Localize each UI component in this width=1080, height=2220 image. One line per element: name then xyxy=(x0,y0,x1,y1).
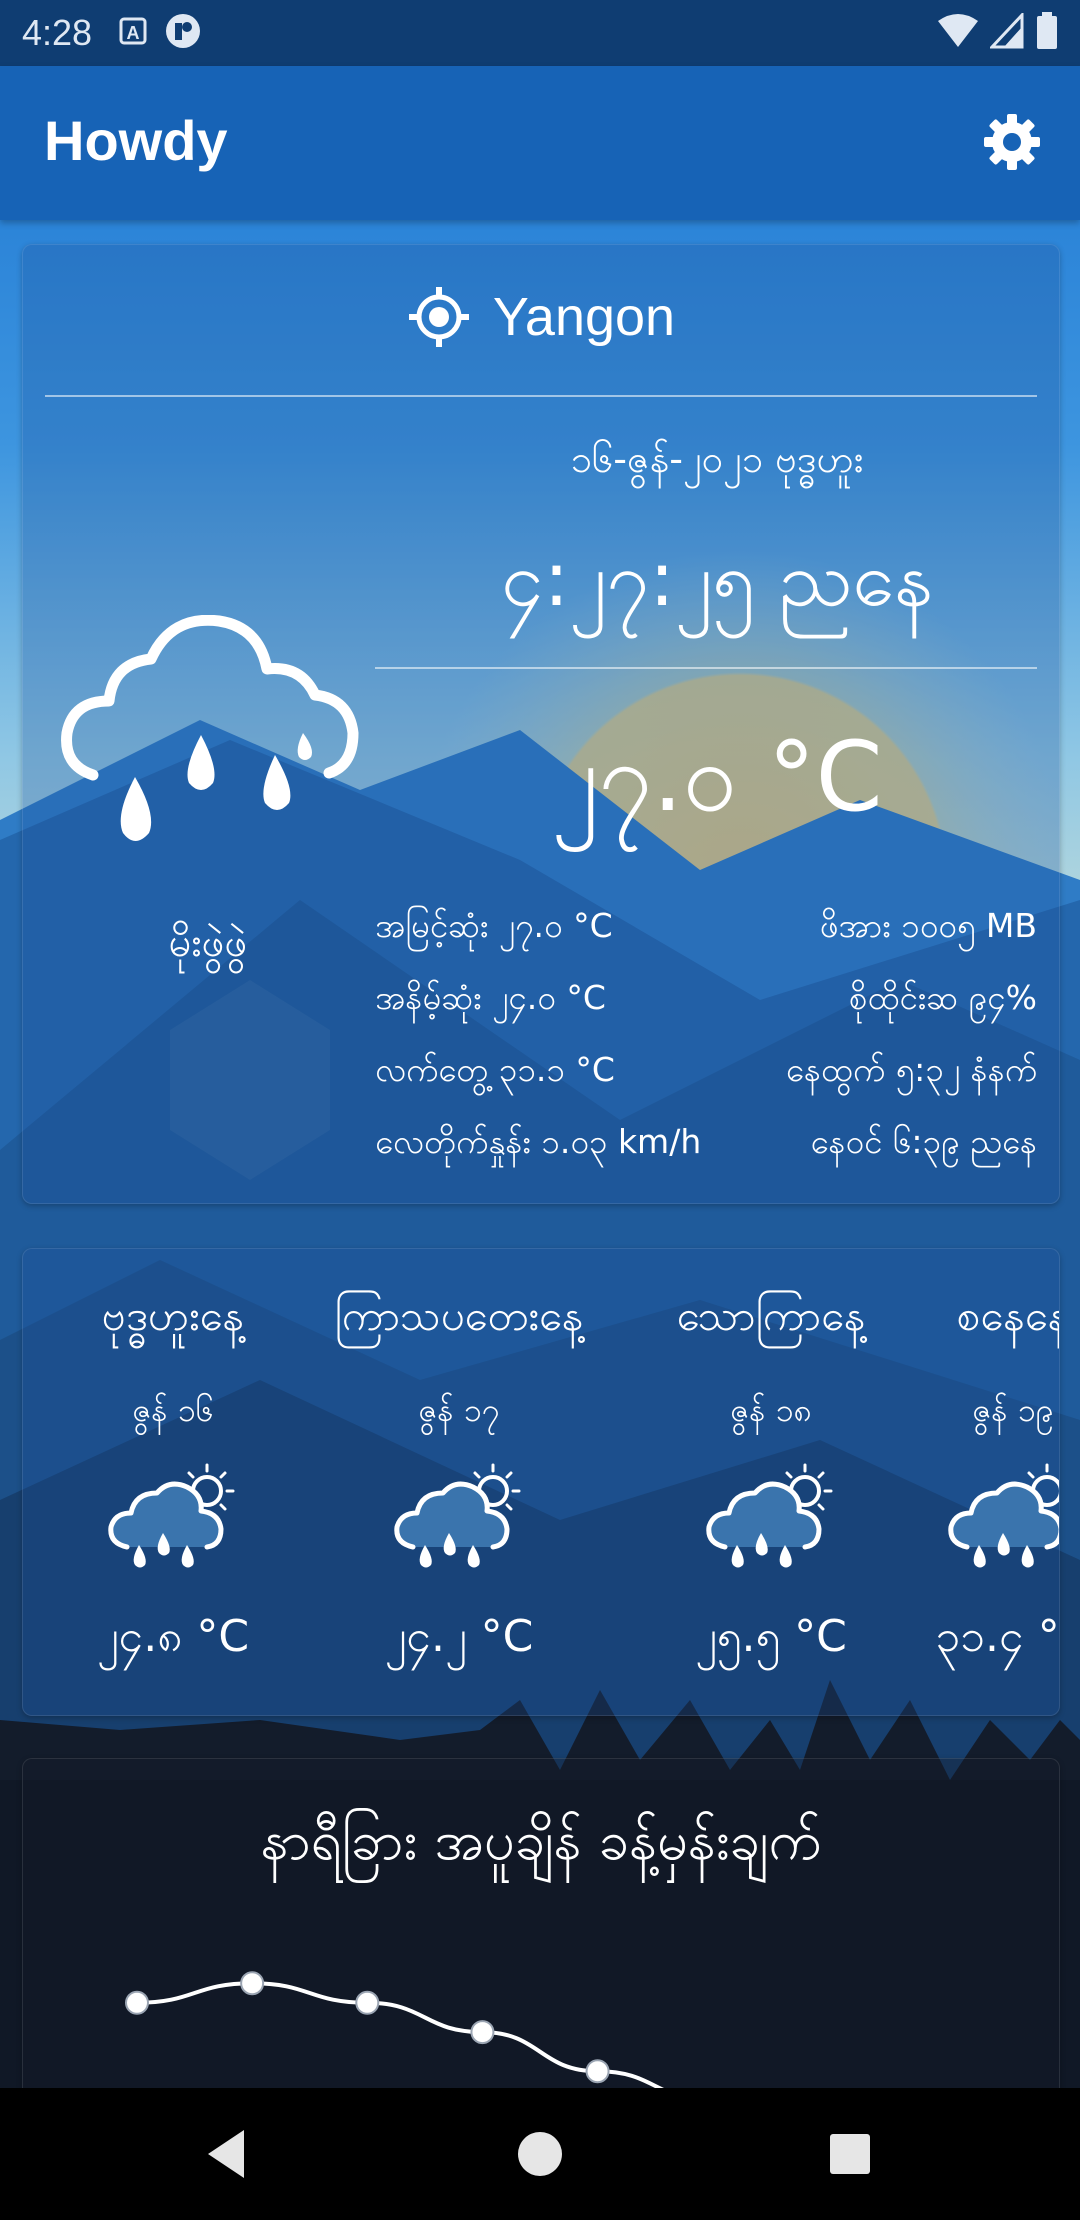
stat-pressure: ဖိအား ၁၀၀၅ MB xyxy=(819,906,1037,945)
settings-button[interactable] xyxy=(980,110,1044,174)
stat-wind-speed: လေတိုက်နှုန်း ၁.၀၃ km/h xyxy=(375,1122,702,1161)
forecast-temp: ၃၁.၄ °C xyxy=(935,1611,1060,1662)
home-circle-icon xyxy=(518,2132,562,2176)
cloud-sun-rain-icon xyxy=(701,1461,841,1571)
app-notification-icon xyxy=(164,12,202,54)
navigation-bar xyxy=(0,2088,1080,2220)
forecast-date: ဇွန် ၁၈ xyxy=(729,1391,813,1429)
time-divider xyxy=(375,667,1037,669)
cloud-sun-rain-icon xyxy=(103,1461,243,1571)
forecast-day-name: သောကြာနေ့ xyxy=(676,1291,866,1340)
hourly-point[interactable] xyxy=(240,1971,265,1996)
stat-sunrise: နေထွက် ၅:၃၂ နံနက် xyxy=(785,1050,1037,1089)
stat-min-temp: အနိမ့်ဆုံး ၂၄.၀ °C xyxy=(375,978,606,1017)
forecast-temp: ၂၅.၅ °C xyxy=(695,1611,847,1662)
forecast-day: သောကြာနေ့ ဇွန် ၁၈ ၂၅.၅ °C xyxy=(641,1249,901,1715)
location-row[interactable]: Yangon xyxy=(23,285,1059,353)
stat-sunset: နေဝင် ၆:၃၉ ညနေ xyxy=(810,1122,1037,1161)
forecast-date: ဇွန် ၁၇ xyxy=(418,1391,500,1429)
forecast-temp: ၂၄.၈ °C xyxy=(96,1611,250,1662)
forecast-day-name: စနေနေ့ xyxy=(956,1291,1060,1340)
forecast-day-name: ကြာသပတေးနေ့ xyxy=(334,1291,584,1340)
current-temperature: ၂၇.၀ °C xyxy=(551,721,883,833)
forecast-day: စနေနေ့ ဇွန် ၁၉ ၃၁.၄ °C xyxy=(883,1249,1060,1715)
cell-signal-icon xyxy=(988,11,1024,53)
forecast-date: ဇွန် ၁၉ xyxy=(972,1391,1054,1429)
forecast-day: ဗုဒ္ဓဟူးနေ့ ဇွန် ၁၆ ၂၄.၈ °C xyxy=(43,1249,303,1715)
forecast-day: ကြာသပတေးနေ့ ဇွန် ၁၇ ၂၄.၂ °C xyxy=(329,1249,589,1715)
gear-icon xyxy=(984,114,1040,170)
cloud-sun-rain-icon xyxy=(389,1461,529,1571)
hourly-title: နာရီခြား အပူချိန် ခန့်မှန်းချက် xyxy=(260,1809,822,1872)
wifi-icon xyxy=(938,13,978,53)
nav-recents-button[interactable] xyxy=(820,2124,880,2184)
current-weather-card: Yangon ၁၆-ဇွန်-၂၀၂၁ ဗုဒ္ဓဟူး ၄:၂၇:၂၅ ညနေ… xyxy=(22,244,1060,1204)
stat-feels-like: လက်တွေ့ ၃၁.၁ °C xyxy=(375,1050,615,1089)
location-target-icon xyxy=(408,287,469,347)
status-bar: 4:28 A xyxy=(0,0,1080,66)
app-bar: Howdy xyxy=(0,66,1080,220)
hourly-point[interactable] xyxy=(355,1990,380,2015)
location-name: Yangon xyxy=(492,287,676,347)
status-time: 4:28 xyxy=(22,12,93,53)
location-divider xyxy=(45,395,1037,397)
stat-humidity: စိုထိုင်းဆ ၉၄% xyxy=(848,978,1037,1017)
nav-back-button[interactable] xyxy=(196,2124,256,2184)
condition-label: မိုးဖွဲဖွဲ xyxy=(168,920,248,966)
cloud-sun-rain-icon xyxy=(943,1461,1060,1571)
forecast-date: ဇွန် ၁၆ xyxy=(132,1391,214,1429)
battery-icon xyxy=(1036,12,1058,54)
recents-square-icon xyxy=(830,2134,870,2174)
back-triangle-icon xyxy=(208,2130,244,2178)
hourly-point[interactable] xyxy=(585,2059,610,2084)
app-title: Howdy xyxy=(44,109,228,172)
svg-text:A: A xyxy=(127,23,140,43)
nav-home-button[interactable] xyxy=(510,2124,570,2184)
current-time: ၄:၂၇:၂၅ ညနေ xyxy=(500,534,934,623)
hourly-point[interactable] xyxy=(470,2020,495,2045)
hourly-point[interactable] xyxy=(125,1990,149,2015)
cloud-rain-icon xyxy=(61,615,359,841)
forecast-temp: ၂၄.၂ °C xyxy=(384,1611,534,1662)
stat-max-temp: အမြင့်ဆုံး ၂၇.၀ °C xyxy=(375,906,613,945)
daily-forecast-card[interactable]: ဗုဒ္ဓဟူးနေ့ ဇွန် ၁၆ ၂၄.၈ °C ကြာသပတေးနေ့ … xyxy=(22,1248,1060,1716)
current-date: ၁၆-ဇွန်-၂၀၂၁ ဗုဒ္ဓဟူး xyxy=(570,437,864,481)
forecast-day-name: ဗုဒ္ဓဟူးနေ့ xyxy=(101,1291,245,1340)
keyboard-a-icon: A xyxy=(118,16,148,50)
